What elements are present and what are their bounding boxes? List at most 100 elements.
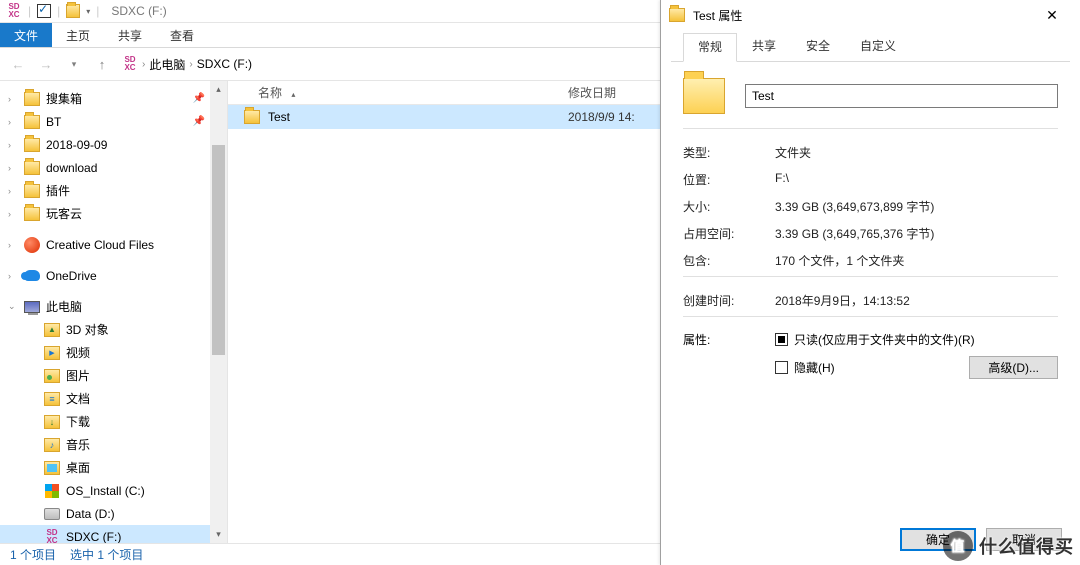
tree-item[interactable]: ›搜集箱📌 [0,87,227,110]
tree-item[interactable]: ›BT📌 [0,110,227,133]
label-location: 位置: [683,171,775,188]
checkbox-readonly-label: 只读(仅应用于文件夹中的文件)(R) [794,331,975,348]
chevron-right-icon[interactable]: › [8,209,18,219]
tree-item[interactable]: ›Data (D:) [0,502,227,525]
value-size: 3.39 GB (3,649,673,899 字节) [775,198,1058,215]
folder-icon [669,8,685,22]
tab-customize[interactable]: 自定义 [845,32,911,61]
chevron-right-icon[interactable]: › [8,271,18,281]
tree-item[interactable]: ›玩客云 [0,202,227,225]
tree-item[interactable]: ⌄ 此电脑 [0,295,227,318]
tree-item-label: 图片 [66,367,90,384]
label-attributes: 属性: [683,331,775,379]
tree-item[interactable]: ›3D 对象 [0,318,227,341]
label-size: 大小: [683,198,775,215]
value-created: 2018年9月9日，14:13:52 [775,292,1058,309]
nav-back-button[interactable]: ← [6,52,30,76]
tree-item[interactable]: ›OS_Install (C:) [0,479,227,502]
dialog-close-button[interactable]: ✕ [1032,0,1072,30]
tree-item-label: 3D 对象 [66,321,109,338]
value-contains: 170 个文件，1 个文件夹 [775,252,1058,269]
qat-properties-icon[interactable] [37,4,51,18]
watermark: 值 什么值得买 [943,531,1074,561]
chevron-down-icon[interactable]: ⌄ [8,301,18,312]
tree-item-label: 视频 [66,344,90,361]
big-folder-icon [683,78,725,114]
tree-item-label: 桌面 [66,459,90,476]
tree-item-label: Creative Cloud Files [46,238,154,252]
chevron-right-icon[interactable]: › [8,94,18,104]
col-date[interactable]: 修改日期 [558,84,626,101]
ribbon-tab-view[interactable]: 查看 [156,23,208,47]
list-row[interactable]: Test 2018/9/9 14: [228,105,660,129]
file-name: Test [268,110,290,124]
tree-item[interactable]: ›文档 [0,387,227,410]
tree-item[interactable]: ›SDXCSDXC (F:) [0,525,227,543]
file-date: 2018/9/9 14: [558,110,645,124]
tree-item[interactable]: › Creative Cloud Files [0,233,227,256]
value-sizedisk: 3.39 GB (3,649,765,376 字节) [775,225,1058,242]
tree-item-label: SDXC (F:) [66,530,121,544]
ribbon-tab-home[interactable]: 主页 [52,23,104,47]
tree-item[interactable]: ›视频 [0,341,227,364]
tree-item[interactable]: ›音乐 [0,433,227,456]
qat-separator-2: | [57,4,60,18]
folder-name-input[interactable] [745,84,1058,108]
tree-item-label: OS_Install (C:) [66,484,145,498]
nav-history-dropdown[interactable]: ▾ [62,52,86,76]
qat-newfolder-icon[interactable] [66,4,80,18]
qat-dropdown-icon[interactable]: ▾ [86,7,90,16]
tree-item[interactable]: › 2018-09-09 [0,133,227,156]
chevron-right-icon[interactable]: › [8,240,18,250]
breadcrumb-thispc[interactable]: 此电脑 [145,56,189,73]
chevron-right-icon[interactable]: › [8,186,18,196]
pin-icon: 📌 [193,93,205,104]
tree-item[interactable]: ›插件 [0,179,227,202]
label-sizedisk: 占用空间: [683,225,775,242]
chevron-right-icon[interactable]: › [8,117,18,127]
chevron-right-icon[interactable]: › [8,140,18,150]
tree-item-label: Data (D:) [66,507,115,521]
tree-item[interactable]: ›下载 [0,410,227,433]
od-icon [24,270,40,281]
dialog-titlebar[interactable]: Test 属性 ✕ [661,0,1080,30]
label-created: 创建时间: [683,292,775,309]
desk-icon [44,461,60,475]
tree-item-label: download [46,161,97,175]
checkbox-icon [775,333,788,346]
list-header[interactable]: 名称 ▴ 修改日期 [228,81,660,105]
tab-security[interactable]: 安全 [791,32,845,61]
tree-item[interactable]: ›OneDrive [0,264,227,287]
cc-icon [24,237,40,253]
separator [683,128,1058,129]
file-list[interactable]: 名称 ▴ 修改日期 Test 2018/9/9 14: [228,81,660,543]
tree-item-label: 音乐 [66,436,90,453]
breadcrumb-drive[interactable]: SDXC (F:) [193,57,256,71]
scroll-thumb[interactable] [212,145,225,355]
tree-item[interactable]: ›桌面 [0,456,227,479]
scroll-up-icon[interactable]: ▴ [210,81,227,98]
ribbon-tab-share[interactable]: 共享 [104,23,156,47]
tree-scrollbar[interactable]: ▴▾ [210,81,227,543]
folder-icon [24,207,40,221]
nav-tree[interactable]: ›搜集箱📌›BT📌›2018-09-09›download›插件›玩客云›Cre… [0,81,228,543]
label-type: 类型: [683,144,775,161]
nav-up-button[interactable]: ↑ [90,52,114,76]
ribbon-tab-file[interactable]: 文件 [0,23,52,47]
tab-general[interactable]: 常规 [683,33,737,62]
properties-dialog: Test 属性 ✕ 常规 共享 安全 自定义 类型:文件夹 位置:F:\ 大小:… [660,0,1080,565]
tree-item-label: 2018-09-09 [46,138,107,152]
dialog-tabs: 常规 共享 安全 自定义 [671,36,1070,62]
col-name[interactable]: 名称 ▴ [228,84,558,101]
checkbox-readonly[interactable]: 只读(仅应用于文件夹中的文件)(R) [775,331,1058,348]
tab-sharing[interactable]: 共享 [737,32,791,61]
chevron-right-icon[interactable]: › [8,163,18,173]
tree-item[interactable]: ›图片 [0,364,227,387]
checkbox-hidden-label: 隐藏(H) [794,359,835,376]
checkbox-hidden[interactable]: 隐藏(H) [775,359,835,376]
tree-item-label: 此电脑 [46,298,82,315]
scroll-down-icon[interactable]: ▾ [210,526,227,543]
nav-forward-button[interactable]: → [34,52,58,76]
tree-item[interactable]: › download [0,156,227,179]
advanced-button[interactable]: 高级(D)... [969,356,1058,379]
